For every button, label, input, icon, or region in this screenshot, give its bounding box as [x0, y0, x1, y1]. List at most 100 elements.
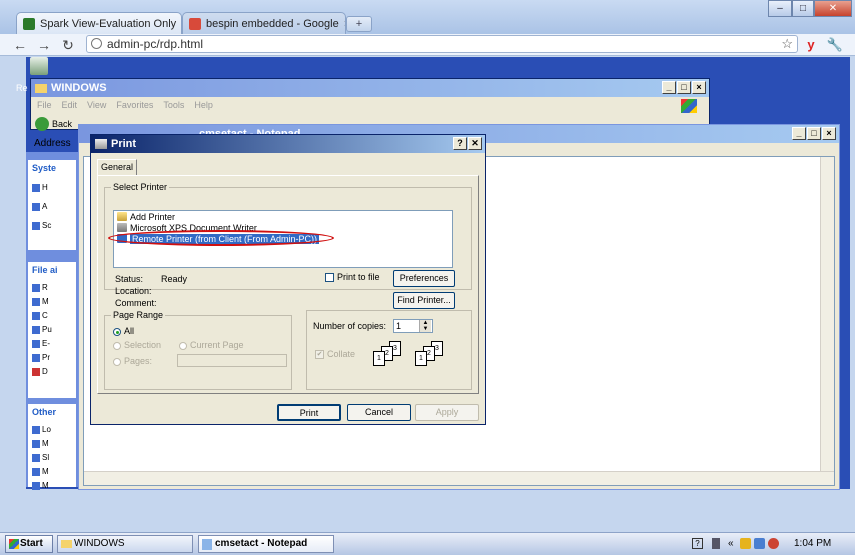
- find-printer-button[interactable]: Find Printer...: [393, 292, 455, 309]
- back-button[interactable]: Back: [35, 117, 72, 131]
- copies-group: Number of copies: 1 ▲ ▼ ✔ Collate 321 321: [306, 310, 472, 390]
- recycle-bin-icon[interactable]: [30, 57, 48, 75]
- close-button[interactable]: ✕: [468, 137, 482, 150]
- reload-button[interactable]: ↻: [58, 37, 78, 54]
- new-tab-button[interactable]: +: [346, 16, 372, 32]
- printer-list[interactable]: Add Printer Microsoft XPS Document Write…: [108, 210, 453, 268]
- forward-button[interactable]: →: [34, 37, 54, 53]
- system-tasks-title[interactable]: Syste: [28, 160, 76, 176]
- back-arrow-icon: [35, 117, 49, 131]
- vertical-scrollbar[interactable]: [820, 157, 834, 471]
- range-selection-radio[interactable]: Selection: [113, 340, 161, 350]
- cancel-button[interactable]: Cancel: [347, 404, 411, 421]
- folder-icon: [35, 83, 47, 93]
- list-item[interactable]: Pr: [28, 352, 76, 363]
- minimize-button[interactable]: _: [792, 127, 806, 140]
- menu-favorites[interactable]: Favorites: [116, 100, 153, 110]
- list-item[interactable]: Sl: [28, 452, 76, 463]
- preferences-button[interactable]: Preferences: [393, 270, 455, 287]
- list-item[interactable]: A: [28, 201, 76, 212]
- other-places-box: Other Lo M Sl M M: [28, 404, 76, 490]
- list-item[interactable]: D: [28, 366, 76, 377]
- maximize-button[interactable]: □: [677, 81, 691, 94]
- close-button[interactable]: ×: [822, 127, 836, 140]
- pages-input[interactable]: [177, 354, 287, 367]
- range-current-page-radio[interactable]: Current Page: [179, 340, 244, 350]
- radio-dot: [113, 341, 121, 350]
- bookmark-star-icon[interactable]: ☆: [781, 36, 793, 52]
- address-label: Address: [34, 138, 71, 149]
- add-printer-icon: [117, 212, 127, 221]
- tab-bespin[interactable]: bespin embedded - Google ×: [182, 12, 346, 34]
- close-window-button[interactable]: ✕: [814, 0, 852, 17]
- collate-checkbox[interactable]: ✔ Collate: [315, 349, 355, 360]
- print-to-file-checkbox[interactable]: Print to file: [325, 272, 380, 283]
- network-icon[interactable]: [754, 538, 765, 549]
- range-all-radio[interactable]: All: [113, 326, 134, 336]
- apply-button[interactable]: Apply: [415, 404, 479, 421]
- close-button[interactable]: ×: [692, 81, 706, 94]
- horizontal-scrollbar[interactable]: [84, 471, 834, 485]
- menu-file[interactable]: File: [37, 100, 52, 110]
- list-item[interactable]: M: [28, 296, 76, 307]
- help-button[interactable]: ?: [453, 137, 467, 150]
- task-icon: [32, 283, 40, 292]
- tab-spark-view[interactable]: Spark View-Evaluation Only ×: [16, 12, 182, 34]
- url-text: admin-pc/rdp.html: [107, 37, 204, 51]
- comment-label: Comment:: [115, 298, 157, 308]
- extension-icon[interactable]: y: [802, 37, 820, 52]
- menu-edit[interactable]: Edit: [62, 100, 78, 110]
- copies-label: Number of copies:: [313, 321, 387, 331]
- menu-view[interactable]: View: [87, 100, 106, 110]
- other-places-title[interactable]: Other: [28, 404, 76, 420]
- range-pages-radio[interactable]: Pages:: [113, 356, 152, 366]
- task-icon: [32, 325, 40, 334]
- maximize-button[interactable]: □: [792, 0, 814, 17]
- shield-icon[interactable]: [740, 538, 751, 549]
- location-label: Location:: [115, 286, 152, 296]
- tab-general[interactable]: General: [97, 159, 137, 176]
- minimize-button[interactable]: –: [768, 0, 792, 17]
- security-alert-icon[interactable]: [768, 538, 779, 549]
- list-item[interactable]: M: [28, 438, 76, 449]
- printer-icon: [117, 223, 127, 232]
- list-item[interactable]: M: [28, 466, 76, 477]
- explorer-window-buttons: _ □ ×: [662, 81, 706, 94]
- device-icon[interactable]: [712, 538, 720, 549]
- tab-strip: Spark View-Evaluation Only × bespin embe…: [0, 0, 855, 34]
- list-item[interactable]: Pu: [28, 324, 76, 335]
- copies-spinner[interactable]: ▲ ▼: [419, 320, 431, 332]
- back-button[interactable]: ←: [10, 37, 30, 53]
- clock[interactable]: 1:04 PM: [794, 534, 831, 554]
- taskbar-item-notepad[interactable]: cmsetact - Notepad: [198, 535, 334, 553]
- menu-tools[interactable]: Tools: [163, 100, 184, 110]
- notepad-icon: [202, 539, 212, 550]
- menu-help[interactable]: Help: [194, 100, 213, 110]
- radio-dot: [179, 341, 187, 350]
- list-item[interactable]: Lo: [28, 424, 76, 435]
- help-icon[interactable]: ?: [692, 538, 703, 549]
- list-item[interactable]: C: [28, 310, 76, 321]
- wrench-menu-icon[interactable]: 🔧: [826, 37, 844, 53]
- explorer-titlebar[interactable]: WINDOWS _ □ ×: [31, 79, 709, 97]
- list-item[interactable]: E-: [28, 338, 76, 349]
- list-item[interactable]: H: [28, 182, 76, 193]
- address-bar[interactable]: admin-pc/rdp.html ☆: [86, 35, 798, 53]
- radio-dot: [113, 357, 121, 366]
- task-icon: [32, 202, 40, 211]
- list-item[interactable]: M: [28, 480, 76, 491]
- file-tasks-title[interactable]: File ai: [28, 262, 76, 278]
- print-button[interactable]: Print: [277, 404, 341, 421]
- print-dialog-titlebar[interactable]: Print ? ✕: [91, 135, 485, 153]
- minimize-button[interactable]: _: [662, 81, 676, 94]
- maximize-button[interactable]: □: [807, 127, 821, 140]
- collate-illustration-2: 321: [413, 341, 453, 371]
- show-hidden-icons-chevron[interactable]: «: [728, 534, 734, 554]
- taskbar-item-windows[interactable]: WINDOWS: [57, 535, 193, 553]
- start-button[interactable]: Start: [5, 535, 53, 553]
- list-item[interactable]: Sc: [28, 220, 76, 231]
- printer-item-add[interactable]: Add Printer: [114, 211, 452, 222]
- list-item[interactable]: R: [28, 282, 76, 293]
- page-info-icon: [91, 38, 102, 49]
- task-icon: [32, 297, 40, 306]
